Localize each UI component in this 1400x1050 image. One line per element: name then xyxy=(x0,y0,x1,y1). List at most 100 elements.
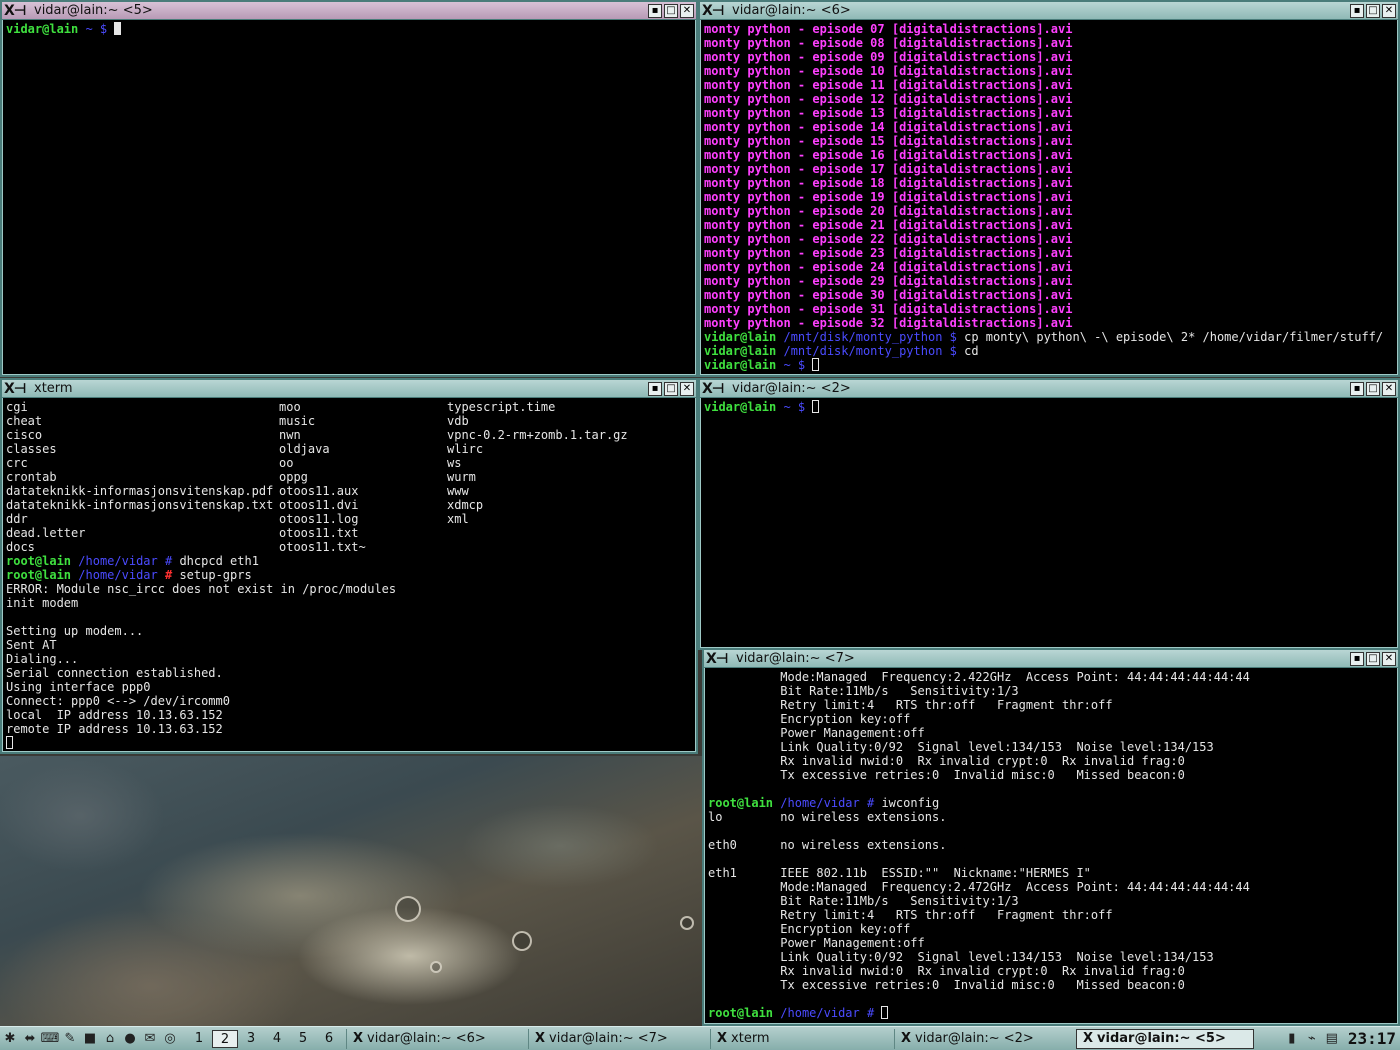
network-icon[interactable]: ⌁ xyxy=(1303,1030,1321,1048)
terminal-content[interactable]: vidar@lain ~ $ xyxy=(4,22,694,373)
output-line: Link Quality:0/92 Signal level:134/153 N… xyxy=(708,950,1214,964)
close-button[interactable]: ✕ xyxy=(1382,381,1396,396)
output-line: local IP address 10.13.63.152 xyxy=(6,708,223,722)
file-entry: monty python - episode 30 [digitaldistra… xyxy=(704,288,1073,302)
desktop-4-button[interactable]: 4 xyxy=(264,1030,290,1048)
desktop-5-button[interactable]: 5 xyxy=(290,1030,316,1048)
titlebar[interactable]: X⊣ vidar@lain:~ <5> ▪ □ ✕ xyxy=(2,2,696,20)
x-logo-icon[interactable]: X⊣ xyxy=(4,381,34,397)
x-logo-icon[interactable]: X⊣ xyxy=(702,3,732,19)
file-entry: monty python - episode 11 [digitaldistra… xyxy=(704,78,1073,92)
clipboard-icon[interactable]: ▤ xyxy=(1323,1030,1341,1048)
maximize-button[interactable]: □ xyxy=(664,3,678,18)
file-entry: xml xyxy=(447,512,469,526)
minimize-button[interactable]: ▪ xyxy=(648,3,662,18)
maximize-button[interactable]: □ xyxy=(1366,651,1380,666)
file-entry: otoos11.dvi xyxy=(279,498,359,512)
close-button[interactable]: ✕ xyxy=(1382,651,1396,666)
command-output: ERROR: Module nsc_ircc does not exist in… xyxy=(6,582,694,736)
prompt-path: /mnt/disk/monty_python $ xyxy=(783,330,957,344)
file-entry: monty python - episode 24 [digitaldistra… xyxy=(704,260,1073,274)
terminal-window-5[interactable]: X⊣ vidar@lain:~ <5> ▪ □ ✕ vidar@lain ~ $ xyxy=(0,0,698,377)
maximize-button[interactable]: □ xyxy=(1366,3,1380,18)
taskbar-task-button[interactable]: Xxterm xyxy=(710,1028,890,1049)
file-entry: crontab xyxy=(6,470,57,484)
output-line: Power Management:off xyxy=(708,936,925,950)
x-logo-icon[interactable]: X⊣ xyxy=(706,651,736,667)
minimize-button[interactable]: ▪ xyxy=(648,381,662,396)
output-line: Encryption key:off xyxy=(708,712,911,726)
titlebar[interactable]: X⊣ vidar@lain:~ <7> ▪ □ ✕ xyxy=(704,650,1398,668)
close-button[interactable]: ✕ xyxy=(680,381,694,396)
output-line: Bit Rate:11Mb/s Sensitivity:1/3 xyxy=(708,684,1019,698)
ls-column: cgi cheat cisco classes crc crontab datateknik… xyxy=(6,400,279,554)
desktop-2-button[interactable]: 2 xyxy=(212,1029,238,1048)
maximize-button[interactable]: □ xyxy=(664,381,678,396)
terminal-window-2[interactable]: X⊣ vidar@lain:~ <2> ▪ □ ✕ vidar@lain ~ $ xyxy=(698,378,1400,650)
minimize-button[interactable]: ▪ xyxy=(1350,651,1364,666)
home-icon[interactable]: ⌂ xyxy=(101,1030,119,1048)
command-line: vidar@lain /mnt/disk/monty_python $ cp m… xyxy=(704,330,1396,344)
ls-column: moo music nwn oldjava oo oppg otoos11.aux otoos… xyxy=(279,400,447,554)
x-window-icon: X xyxy=(717,1031,728,1046)
x-logo-icon[interactable]: X⊣ xyxy=(4,3,34,19)
command-line: root@lain /home/vidar # iwconfig xyxy=(708,796,1396,810)
file-entry: monty python - episode 20 [digitaldistra… xyxy=(704,204,1073,218)
titlebar[interactable]: X⊣ vidar@lain:~ <6> ▪ □ ✕ xyxy=(700,2,1398,20)
terminal-window-7[interactable]: X⊣ vidar@lain:~ <7> ▪ □ ✕ Mode:Managed F… xyxy=(702,648,1400,1026)
terminal-launcher-icon[interactable]: ⌨ xyxy=(41,1030,60,1048)
desktop-1-button[interactable]: 1 xyxy=(186,1030,212,1048)
lifebuoy-icon[interactable]: ◎ xyxy=(161,1030,179,1048)
minimize-button[interactable]: ▪ xyxy=(1350,3,1364,18)
close-button[interactable]: ✕ xyxy=(680,3,694,18)
browser-icon[interactable]: ● xyxy=(121,1030,139,1048)
titlebar[interactable]: X⊣ xterm ▪ □ ✕ xyxy=(2,380,696,398)
command-text: dhcpcd eth1 xyxy=(172,554,259,568)
file-entry: music xyxy=(279,414,316,428)
mail-icon[interactable]: ✉ xyxy=(141,1030,159,1048)
command-line: root@lain /home/vidar # dhcpcd eth1 xyxy=(6,554,694,568)
terminal-window-6[interactable]: X⊣ vidar@lain:~ <6> ▪ □ ✕ monty python -… xyxy=(698,0,1400,377)
terminal-content[interactable]: vidar@lain ~ $ xyxy=(702,400,1396,646)
command-line: root@lain /home/vidar # xyxy=(708,1006,1396,1020)
command-line: vidar@lain /mnt/disk/monty_python $ cd xyxy=(704,344,1396,358)
x-logo-icon[interactable]: X⊣ xyxy=(702,381,732,397)
output-line: Bit Rate:11Mb/s Sensitivity:1/3 xyxy=(708,894,1019,908)
taskbar-task-button[interactable]: Xvidar@lain:~ <5> xyxy=(1076,1028,1254,1049)
close-button[interactable]: ✕ xyxy=(1382,3,1396,18)
editor-launcher-icon[interactable]: ✎ xyxy=(61,1030,79,1048)
xterm-window[interactable]: X⊣ xterm ▪ □ ✕ cgi cheat cisco classes crc cr… xyxy=(0,378,698,754)
output-line: Setting up modem... xyxy=(6,624,144,638)
start-menu-icon[interactable]: ✱ xyxy=(1,1030,19,1048)
file-entry: www xyxy=(447,484,469,498)
taskbar-task-button[interactable]: Xvidar@lain:~ <6> xyxy=(346,1028,524,1049)
file-entry: monty python - episode 16 [digitaldistra… xyxy=(704,148,1073,162)
file-entry: monty python - episode 19 [digitaldistra… xyxy=(704,190,1073,204)
terminal-content[interactable]: monty python - episode 07 [digitaldistra… xyxy=(702,22,1396,373)
text-cursor xyxy=(881,1006,889,1019)
window-list-icon[interactable]: ⬌ xyxy=(21,1030,39,1048)
desktop-3-button[interactable]: 3 xyxy=(238,1030,264,1048)
maximize-button[interactable]: □ xyxy=(1366,381,1380,396)
output-line: lo no wireless extensions. xyxy=(708,810,947,824)
file-entry: otoos11.log xyxy=(279,512,359,526)
prompt-path: ~ $ xyxy=(783,400,806,414)
titlebar[interactable]: X⊣ vidar@lain:~ <2> ▪ □ ✕ xyxy=(700,380,1398,398)
task-label: vidar@lain:~ <7> xyxy=(549,1031,668,1046)
file-entry: monty python - episode 15 [digitaldistra… xyxy=(704,134,1073,148)
file-entry: crc xyxy=(6,456,28,470)
x-window-icon: X xyxy=(535,1031,546,1046)
terminal-content[interactable]: cgi cheat cisco classes crc crontab datateknik… xyxy=(4,400,694,750)
terminal-content[interactable]: Mode:Managed Frequency:2.422GHz Access P… xyxy=(706,670,1396,1022)
x-window-icon: X xyxy=(1083,1031,1094,1046)
taskbar-task-button[interactable]: Xvidar@lain:~ <2> xyxy=(894,1028,1072,1049)
minimize-button[interactable]: ▪ xyxy=(1350,381,1364,396)
file-entry: cheat xyxy=(6,414,43,428)
output-line: eth1 IEEE 802.11b ESSID:"" Nickname:"HER… xyxy=(708,866,1091,880)
output-line: Retry limit:4 RTS thr:off Fragment thr:o… xyxy=(708,698,1113,712)
wallpaper-crater xyxy=(512,931,532,951)
taskbar-task-button[interactable]: Xvidar@lain:~ <7> xyxy=(528,1028,706,1049)
desktop-6-button[interactable]: 6 xyxy=(316,1030,342,1048)
desktop-icon[interactable]: ■ xyxy=(81,1030,99,1048)
